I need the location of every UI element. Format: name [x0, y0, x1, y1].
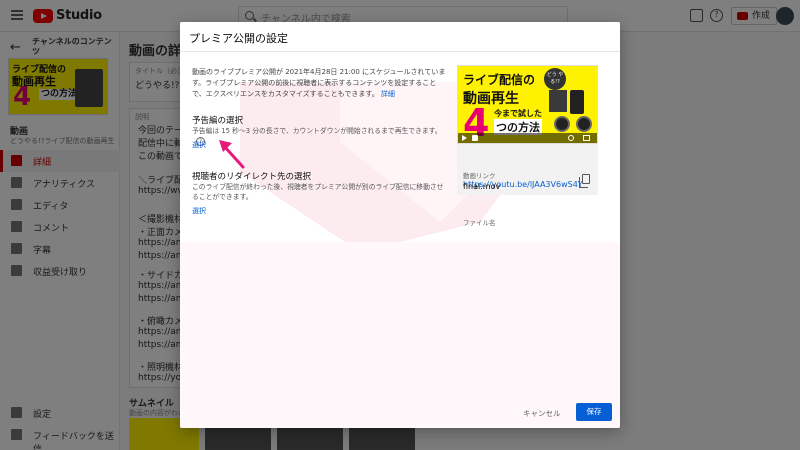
dialog-title: プレミア公開の設定	[189, 32, 288, 45]
redirect-select-link[interactable]: 選択	[192, 206, 206, 216]
notice-text: 動画のライブプレミア公開が 2021年4月28日 21:00 にスケジュールされ…	[192, 68, 446, 98]
trailer-section-title: 予告編の選択	[192, 116, 244, 126]
video-preview-thumbnail[interactable]: ライブ配信の 動画再生 4 今まで試した つの方法 どう やる!?	[457, 65, 598, 144]
filename-label: ファイル名	[463, 219, 496, 227]
play-icon[interactable]	[462, 135, 467, 141]
phone-image	[570, 90, 584, 114]
learn-more-link[interactable]: 詳細	[381, 90, 395, 98]
redirect-description: このライブ配信が終わった後、視聴者をプレミア公開が別のライブ配信に移動させること…	[192, 183, 444, 201]
video-preview-card: ライブ配信の 動画再生 4 今まで試した つの方法 どう やる!? 動画リンク …	[457, 65, 598, 227]
player-controls	[458, 133, 597, 143]
camera-rig-image	[549, 90, 567, 112]
fullscreen-icon[interactable]	[583, 135, 590, 141]
camera-lens-image	[554, 116, 570, 132]
thumb-text: 今まで試した	[494, 109, 542, 118]
thumb-text: ライブ配信の	[463, 73, 536, 87]
schedule-notice: 動画のライブプレミア公開が 2021年4月28日 21:00 にスケジュールされ…	[192, 67, 448, 100]
filename-value: final.mov	[463, 182, 501, 191]
save-button[interactable]: 保存	[576, 403, 612, 421]
thumb-badge: どう やる!?	[544, 68, 566, 90]
volume-icon[interactable]	[472, 135, 478, 141]
trailer-select-link[interactable]: 選択	[192, 140, 206, 150]
settings-gear-icon[interactable]	[568, 135, 574, 141]
dialog-header: プレミア公開の設定	[180, 22, 620, 52]
camera-lens-image	[576, 116, 592, 132]
redirect-section-title: 視聴者のリダイレクト先の選択	[192, 172, 312, 182]
video-link-label: 動画リンク	[463, 172, 496, 180]
cancel-button[interactable]: キャンセル	[523, 408, 561, 419]
premiere-settings-dialog: プレミア公開の設定 動画のライブプレミア公開が 2021年4月28日 21:00…	[180, 22, 620, 428]
trailer-desc-text: 予告編は 15 秒〜3 分の長さで、カウントダウンが開始されるまで再生できます。	[192, 127, 442, 135]
copy-icon[interactable]	[579, 174, 590, 188]
pointer-arrow-annotation	[219, 140, 245, 169]
